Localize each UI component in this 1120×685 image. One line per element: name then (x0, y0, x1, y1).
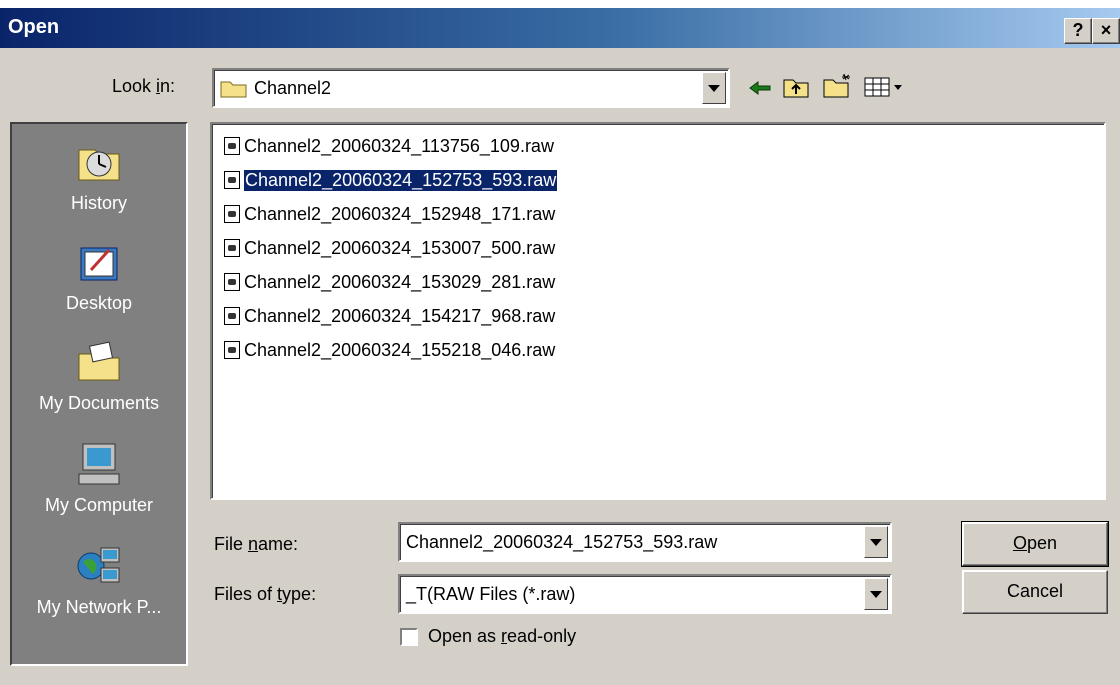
close-button[interactable]: × (1092, 18, 1120, 44)
look-in-dropdown-button[interactable] (702, 72, 726, 104)
file-type-combobox[interactable]: _T(RAW Files (*.raw) (398, 574, 892, 614)
place-label: My Documents (38, 393, 160, 413)
look-in-label: Look in: (112, 76, 176, 96)
file-item-selected[interactable]: Channel2_20060324_152753_593.raw (224, 168, 559, 192)
new-folder-icon[interactable] (822, 72, 852, 100)
look-in-combobox[interactable]: Channel2 (212, 68, 730, 108)
file-name-dropdown-button[interactable] (864, 526, 888, 558)
file-item[interactable]: Channel2_20060324_155218_046.raw (224, 338, 555, 362)
file-item[interactable]: Channel2_20060324_154217_968.raw (224, 304, 555, 328)
title-bar[interactable]: Open ? × (0, 8, 1120, 48)
raw-file-icon (224, 273, 240, 291)
file-type-dropdown-button[interactable] (864, 578, 888, 610)
raw-file-icon (224, 205, 240, 223)
raw-file-icon (224, 307, 240, 325)
raw-file-icon (224, 171, 240, 189)
chevron-down-icon (870, 538, 882, 546)
read-only-checkbox[interactable] (400, 628, 418, 646)
chevron-down-icon (870, 590, 882, 598)
file-type-value: _T(RAW Files (*.raw) (406, 584, 576, 604)
file-item[interactable]: Channel2_20060324_113756_109.raw (224, 134, 554, 158)
raw-file-icon (224, 239, 240, 257)
view-menu-icon[interactable] (864, 76, 904, 98)
file-item[interactable]: Channel2_20060324_153029_281.raw (224, 270, 555, 294)
raw-file-icon (224, 341, 240, 359)
file-name-combobox[interactable]: Channel2_20060324_152753_593.raw (398, 522, 892, 562)
place-my-computer[interactable]: My Computer (12, 442, 186, 516)
places-bar: History Desktop My Documents My Computer (10, 122, 188, 666)
folder-icon (220, 81, 247, 98)
history-icon (78, 149, 120, 181)
place-desktop[interactable]: Desktop (12, 240, 186, 314)
place-history[interactable]: History (12, 140, 186, 214)
network-places-icon (77, 547, 120, 583)
my-computer-icon (78, 443, 120, 485)
help-button[interactable]: ? (1064, 18, 1092, 44)
look-in-value: Channel2 (254, 78, 332, 98)
desktop-icon (80, 247, 118, 281)
file-name-label: File name: (214, 534, 299, 554)
place-my-documents[interactable]: My Documents (12, 340, 186, 414)
raw-file-icon (224, 137, 240, 155)
screen-top-strip (0, 0, 1120, 8)
up-folder-icon[interactable] (782, 74, 810, 100)
place-network[interactable]: My Network P... (12, 544, 186, 618)
place-label: History (70, 193, 127, 213)
file-item[interactable]: Channel2_20060324_152948_171.raw (224, 202, 555, 226)
dialog-title: Open (8, 16, 60, 38)
chevron-down-icon (708, 84, 720, 92)
back-arrow-icon[interactable] (748, 78, 772, 98)
file-list[interactable]: Channel2_20060324_113756_109.raw Channel… (210, 122, 1106, 500)
my-documents-icon (78, 341, 120, 381)
cancel-button[interactable]: Cancel (962, 570, 1108, 614)
open-button[interactable]: Open (961, 521, 1109, 567)
place-label: My Network P... (36, 597, 162, 617)
place-label: Desktop (65, 293, 133, 313)
place-label: My Computer (44, 495, 154, 515)
read-only-label[interactable]: Open as read-only (428, 626, 576, 647)
file-type-label: Files of type: (214, 584, 317, 604)
file-item[interactable]: Channel2_20060324_153007_500.raw (224, 236, 555, 260)
file-name-input[interactable]: Channel2_20060324_152753_593.raw (406, 532, 717, 553)
